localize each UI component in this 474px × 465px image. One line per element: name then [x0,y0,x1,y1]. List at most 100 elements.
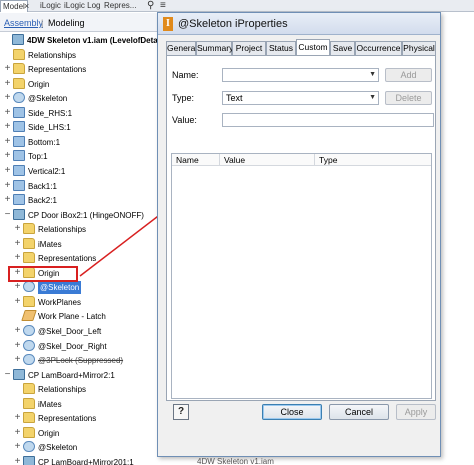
tree-expander-icon[interactable]: + [3,107,12,119]
close-icon[interactable]: × [24,0,29,12]
tree-node-label: Relationships [38,385,87,395]
grid-col-type[interactable]: Type [315,154,431,166]
tree-node-label: Relationships [28,50,77,60]
tree-node[interactable]: + iMates [0,237,160,252]
tree-node[interactable]: + Back1:1 [0,179,160,194]
grid-header: Name Value Type [172,154,431,166]
tree-expander-icon[interactable]: + [13,281,22,293]
grid-col-name[interactable]: Name [172,154,220,166]
help-button[interactable]: ? [173,404,189,420]
tree-expander-icon[interactable]: + [13,238,22,250]
tree-node[interactable]: + CP LamBoard+Mirror201:1 [0,455,160,465]
tree-expander-icon[interactable]: + [3,150,12,162]
panel-tab-ilogic[interactable]: iLogic [40,0,61,12]
tab-custom[interactable]: Custom [296,39,330,55]
panel-tab-representations[interactable]: Repres... [104,0,136,12]
tree-expander-icon[interactable]: + [3,165,12,177]
tree-node[interactable]: + Origin [0,426,160,441]
subtab-modeling[interactable]: Modeling [48,17,85,29]
add-button[interactable]: Add [385,68,432,82]
tab-save[interactable]: Save [330,41,355,55]
panel-tab-ilogic-log[interactable]: iLogic Log [64,0,100,12]
tree-expander-icon[interactable] [13,398,22,410]
tab-physical[interactable]: Physical [402,41,436,55]
tree-node[interactable]: + Vertical2:1 [0,164,160,179]
tree-expander-icon[interactable]: + [13,296,22,308]
tree-node[interactable]: + Relationships [0,222,160,237]
tree-expander-icon[interactable]: + [13,325,22,337]
tree-expander-icon[interactable]: + [13,252,22,264]
grid-col-value[interactable]: Value [220,154,315,166]
tree-expander-icon[interactable] [2,34,11,46]
tree-node[interactable]: + @Skel_Door_Right [0,339,160,354]
tree-expander-icon[interactable]: + [3,92,12,104]
close-button[interactable]: Close [262,404,322,420]
tree-expander-icon[interactable]: + [13,340,22,352]
tree-node[interactable]: iMates [0,397,160,412]
tree-node[interactable]: Work Plane - Latch [0,309,160,324]
part-icon [13,164,25,176]
tree-expander-icon[interactable]: − [3,209,12,221]
chevron-down-icon[interactable]: ▼ [369,92,376,104]
tree-node[interactable]: + Side_LHS:1 [0,120,160,135]
tab-general[interactable]: General [166,41,197,55]
tree-expander-icon[interactable]: + [13,427,22,439]
tree-node[interactable]: 4DW Skeleton v1.iam (LevelofDetail1) [0,33,160,48]
dialog-titlebar[interactable]: I @Skeleton iProperties [158,13,440,35]
tab-project[interactable]: Project [232,41,266,55]
apply-button[interactable]: Apply [396,404,436,420]
delete-button[interactable]: Delete [385,91,432,105]
custom-properties-grid[interactable]: Name Value Type [171,153,432,399]
tree-expander-icon[interactable]: + [13,441,22,453]
tree-node-label: @Skeleton [38,443,78,453]
tree-node[interactable]: − CP LamBoard+Mirror2:1 [0,368,160,383]
tree-node[interactable]: + Side_RHS:1 [0,106,160,121]
tree-expander-icon[interactable]: + [13,412,22,424]
chevron-down-icon[interactable]: ▼ [369,69,376,81]
tree-node[interactable]: + Representations [0,62,160,77]
tree-node[interactable]: + Top:1 [0,149,160,164]
tree-node[interactable]: + Representations [0,411,160,426]
subtab-assembly[interactable]: Assembly [4,17,43,29]
tree-expander-icon[interactable]: + [3,136,12,148]
tree-expander-icon[interactable]: + [3,194,12,206]
tree-expander-icon[interactable]: + [13,354,22,366]
tree-node[interactable]: + Bottom:1 [0,135,160,150]
tree-expander-icon[interactable]: + [3,63,12,75]
assembly-icon [13,368,25,380]
tree-expander-icon[interactable]: − [3,369,12,381]
tree-expander-icon[interactable]: + [13,456,22,465]
tree-node[interactable]: + WorkPlanes [0,295,160,310]
tab-summary[interactable]: Summary [196,41,233,55]
tree-node[interactable]: + Back2:1 [0,193,160,208]
tree-expander-icon[interactable] [13,383,22,395]
value-label: Value: [172,115,197,125]
tree-node[interactable]: + @Skeleton [0,91,160,106]
tree-node[interactable]: Relationships [0,48,160,63]
menu-icon[interactable]: ≡ [160,0,166,12]
dialog-title: @Skeleton iProperties [178,18,288,30]
tree-expander-icon[interactable]: + [13,223,22,235]
tree-node[interactable]: + @Skeleton [0,280,160,295]
tree-node[interactable]: + @3PLock (Suppressed) [0,353,160,368]
name-combobox[interactable]: ▼ [222,68,379,82]
tree-expander-icon[interactable]: + [3,121,12,133]
tree-node[interactable]: + @Skeleton [0,440,160,455]
tab-occurrence[interactable]: Occurrence [355,41,402,55]
tree-node[interactable]: + @Skel_Door_Left [0,324,160,339]
tree-node-label: Top:1 [28,152,48,162]
tree-node[interactable]: − CP Door iBox2:1 (HingeONOFF) [0,208,160,223]
search-icon[interactable]: ⚲ [147,0,154,12]
tree-node-label: Vertical2:1 [28,166,66,176]
tab-status[interactable]: Status [266,41,296,55]
tree-node[interactable]: + Origin [0,77,160,92]
cancel-button[interactable]: Cancel [329,404,389,420]
subtab-separator: | [41,18,44,28]
value-input[interactable] [222,113,434,127]
type-combobox[interactable]: Text ▼ [222,91,379,105]
tree-expander-icon[interactable] [3,49,12,61]
tree-node[interactable]: Relationships [0,382,160,397]
tree-expander-icon[interactable]: + [3,78,12,90]
tree-expander-icon[interactable]: + [3,180,12,192]
tree-node[interactable]: + Representations [0,251,160,266]
